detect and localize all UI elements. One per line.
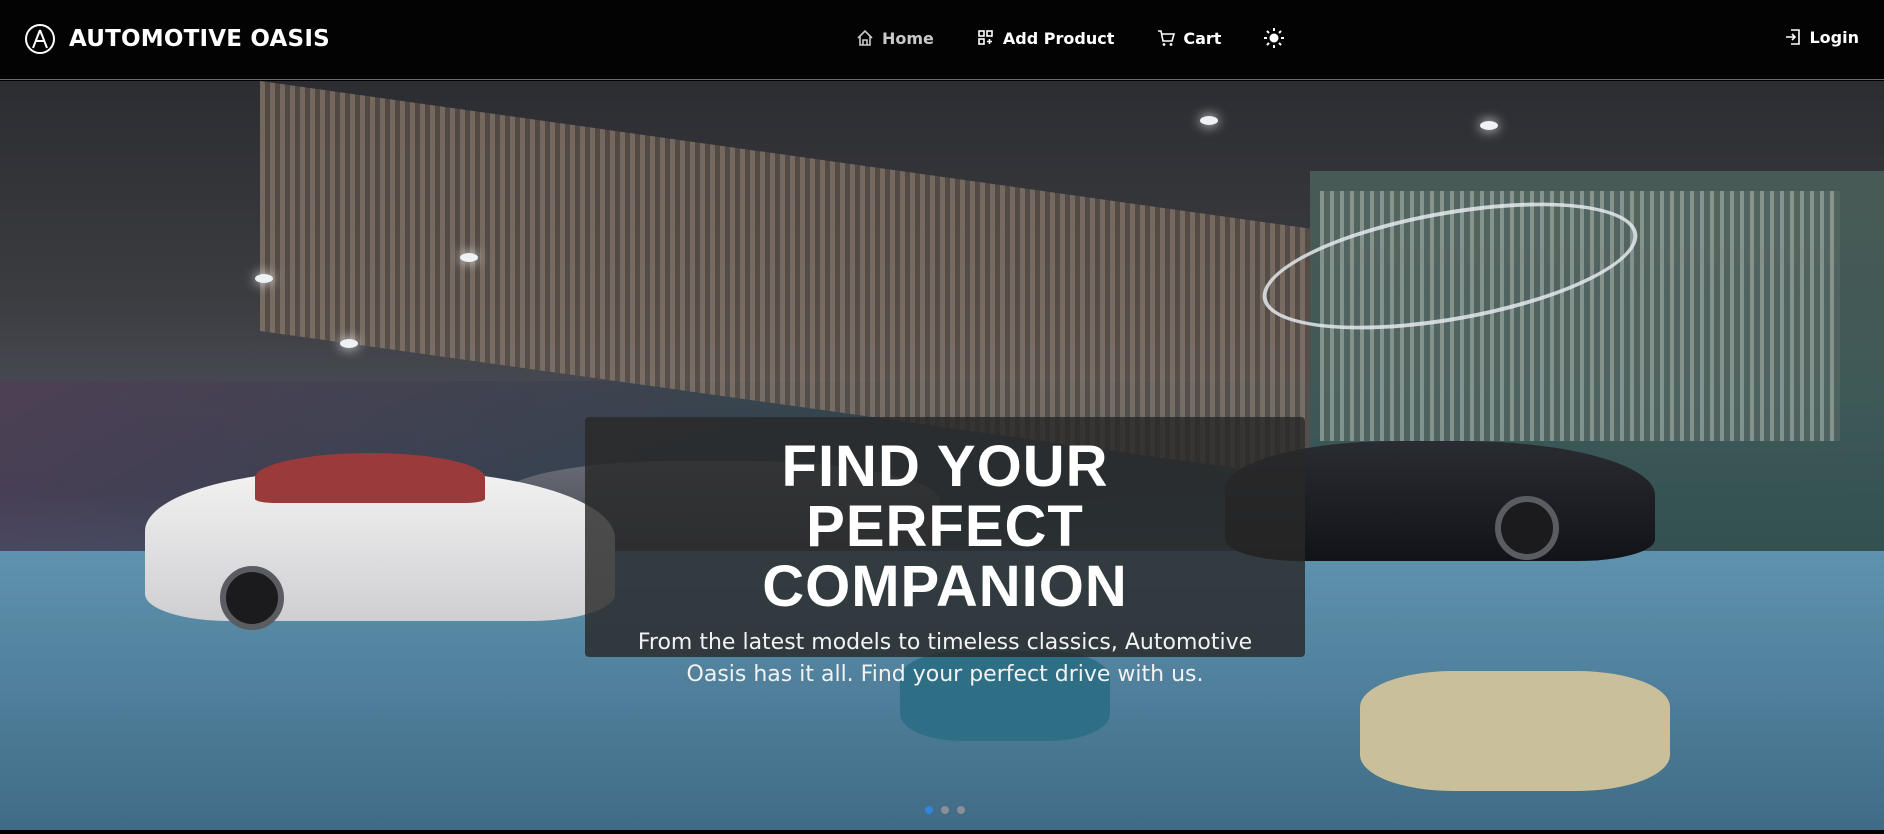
cart-icon — [1156, 28, 1176, 48]
nav-home-label: Home — [882, 28, 934, 48]
hero-carousel: FIND YOUR PERFECT COMPANION From the lat… — [0, 81, 1884, 830]
login-icon — [1783, 27, 1803, 47]
carousel-indicator-1[interactable] — [925, 806, 933, 814]
sun-icon — [1263, 27, 1285, 49]
ceiling-spotlight — [460, 253, 478, 262]
hero-caption: FIND YOUR PERFECT COMPANION From the lat… — [585, 417, 1305, 687]
ceiling-spotlight — [255, 274, 273, 283]
home-icon — [855, 28, 875, 48]
showroom-car — [145, 453, 615, 630]
brand[interactable]: AUTOMOTIVE OASIS — [25, 24, 330, 54]
nav-add-product-label: Add Product — [1002, 28, 1115, 48]
grid-add-icon — [976, 28, 996, 48]
acura-logo-icon — [25, 24, 55, 54]
nav-home[interactable]: Home — [855, 28, 934, 48]
ceiling-spotlight — [1480, 121, 1498, 130]
lounge-seat — [1360, 671, 1670, 791]
car-wheel — [220, 566, 284, 630]
brand-name: AUTOMOTIVE OASIS — [69, 26, 330, 52]
carousel-indicator-2[interactable] — [941, 806, 949, 814]
nav-cart[interactable]: Cart — [1156, 28, 1221, 48]
car-cabin — [255, 453, 485, 503]
ceiling-spotlight — [340, 339, 358, 348]
carousel-indicator-3[interactable] — [957, 806, 965, 814]
ceiling-spotlight — [1200, 116, 1218, 125]
hero-title: FIND YOUR PERFECT COMPANION — [762, 434, 1128, 619]
login-button[interactable]: Login — [1783, 27, 1859, 47]
theme-toggle-button[interactable] — [1263, 27, 1285, 49]
login-label: Login — [1809, 27, 1859, 47]
carousel-indicators — [925, 806, 973, 814]
car-wheel — [1495, 496, 1559, 560]
nav-add-product[interactable]: Add Product — [976, 28, 1114, 48]
hero-text: From the latest models to timeless class… — [637, 630, 1253, 687]
main-nav: Home Add Product Cart — [855, 27, 1285, 49]
navbar: AUTOMOTIVE OASIS Home Add Product Cart L… — [0, 0, 1884, 80]
nav-cart-label: Cart — [1183, 28, 1222, 48]
